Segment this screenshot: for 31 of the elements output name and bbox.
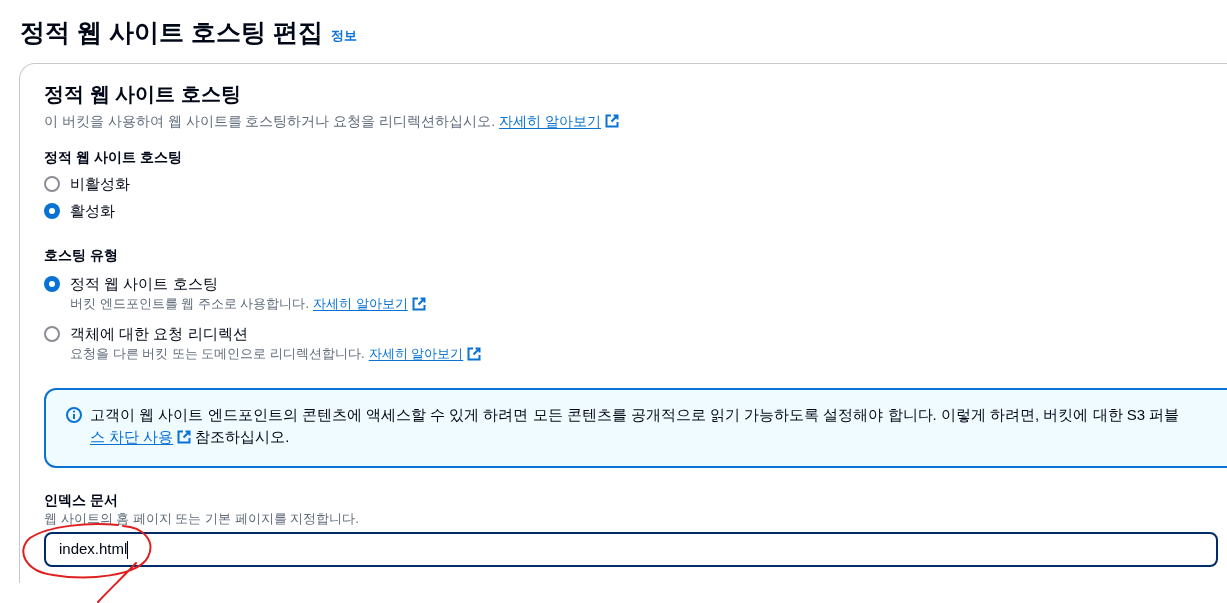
external-link-icon: [605, 114, 619, 128]
alert-text: 참조하십시오.: [195, 427, 290, 447]
radio-label: 객체에 대한 요청 리디렉션: [70, 324, 249, 344]
field-label: 호스팅 유형: [44, 246, 119, 265]
info-icon: [66, 407, 82, 423]
learn-more-link[interactable]: 자세히 알아보기: [313, 294, 408, 314]
text-caret-icon: [127, 540, 129, 559]
learn-more-link[interactable]: 자세히 알아보기: [499, 111, 601, 131]
external-link-icon: [411, 297, 426, 311]
field-label: 정적 웹 사이트 호스팅: [44, 148, 183, 167]
panel-title: 정적 웹 사이트 호스팅: [44, 82, 242, 107]
radio-label: 정적 웹 사이트 호스팅: [70, 274, 219, 294]
external-link-icon: [467, 347, 482, 361]
radio-button[interactable]: [44, 202, 60, 219]
block-public-access-link[interactable]: 스 차단 사용: [90, 426, 174, 448]
field-hint: 웹 사이트의 홈 페이지 또는 기본 페이지를 지정합니다.: [44, 510, 360, 528]
learn-more-link[interactable]: 자세히 알아보기: [368, 344, 464, 364]
option-description: 요청을 다른 버킷 또는 도메인으로 리디렉션합니다.: [70, 345, 365, 363]
option-description: 버킷 엔드포인트를 웹 주소로 사용합니다.: [70, 295, 310, 313]
radio-button[interactable]: [44, 325, 60, 342]
index-document-field[interactable]: index.html: [44, 532, 1218, 567]
alert-text: 고객이 웹 사이트 엔드포인트의 콘텐츠에 액세스할 수 있게 하려면 모든 콘텐츠를 공개적으로 읽기 가능하도록 설정해야 합니다. 이렇게 하려면, 버킷에 대한 S3 퍼블: [90, 405, 1180, 425]
panel-description: 이 버킷을 사용하여 웹 사이트를 호스팅하거나 요청을 리디렉션하십시오.: [44, 112, 496, 131]
field-label: 인덱스 문서: [44, 491, 119, 510]
radio-label: 비활성화: [70, 173, 130, 194]
radio-button[interactable]: [44, 175, 60, 192]
external-link-icon: [177, 430, 192, 444]
radio-button[interactable]: [44, 275, 60, 292]
page-title: 정적 웹 사이트 호스팅 편집: [20, 17, 323, 48]
info-link[interactable]: 정보: [330, 25, 357, 45]
radio-label: 활성화: [70, 200, 115, 221]
